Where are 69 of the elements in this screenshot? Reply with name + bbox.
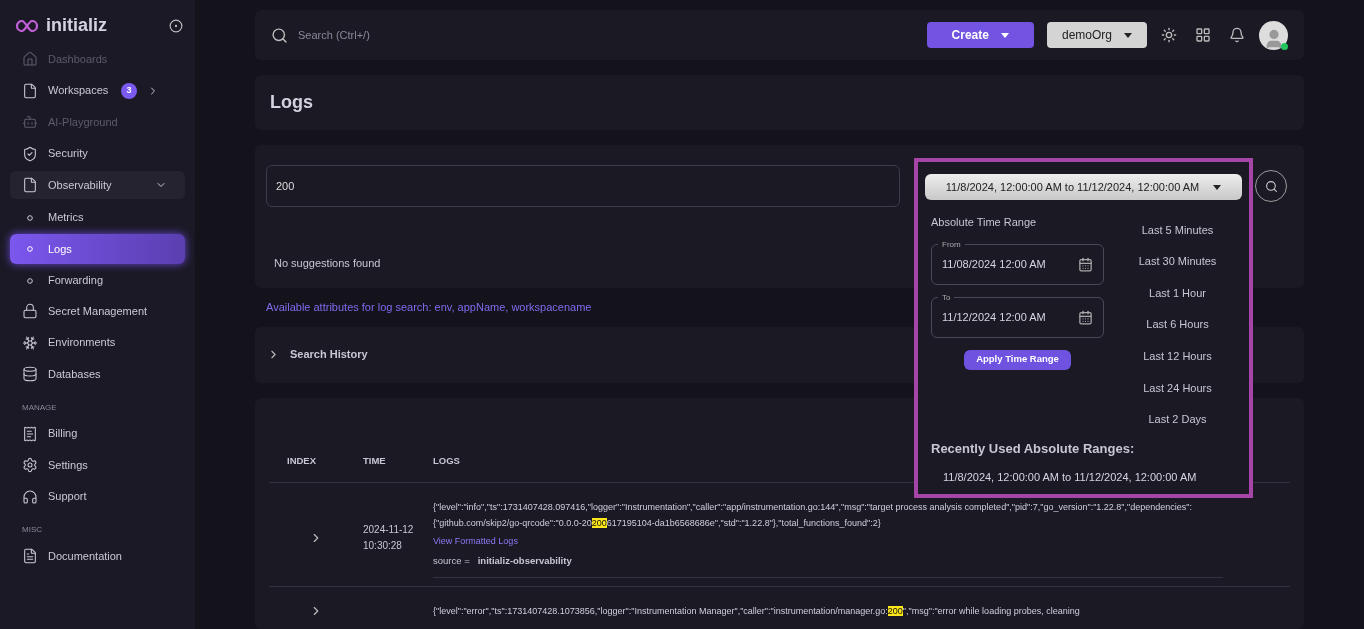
apply-button[interactable]: Apply Time Range (964, 349, 1071, 370)
headphones-icon (22, 488, 38, 505)
database-icon (22, 366, 38, 382)
sun-icon[interactable] (1161, 27, 1177, 43)
file-icon (22, 82, 38, 99)
sidebar-item[interactable]: Secret Management (10, 297, 185, 325)
count-badge: 3 (121, 82, 137, 99)
sidebar-item[interactable]: Environments (10, 328, 185, 357)
attributes-hint: Available attributes for log search: env, appName, workspacename (266, 300, 592, 315)
quick-range-option[interactable]: Last 12 Hours (1143, 340, 1212, 372)
sidebar-item[interactable]: Settings (10, 451, 185, 479)
calendar-icon (1078, 256, 1093, 272)
query-field[interactable]: 200 (266, 165, 900, 207)
caret-icon (1213, 184, 1222, 190)
sidebar-item[interactable]: Observability (10, 171, 185, 199)
sidebar-item[interactable]: Billing (10, 419, 185, 448)
calendar-icon (1078, 309, 1093, 325)
sidebar-subitem[interactable]: Metrics (10, 202, 185, 233)
column-header: TIME (363, 453, 387, 468)
time-range-dropdown[interactable]: 11/8/2024, 12:00:00 AM to 11/12/2024, 12:00:00 AM (925, 174, 1242, 200)
sidebar-item[interactable]: Workspaces 3 (10, 76, 185, 105)
create-button[interactable]: Create (926, 22, 1034, 48)
home-icon (22, 51, 38, 67)
caret-icon (1124, 32, 1132, 38)
page-title: Logs (270, 91, 313, 114)
search-field[interactable]: Search (Ctrl+/) (298, 26, 917, 44)
sidebar-item[interactable]: Databases (10, 360, 185, 388)
table-cell-text: 2024-11-12 10:30:28 (363, 523, 415, 554)
sidebar-subitem[interactable]: Forwarding (10, 265, 185, 296)
quick-range-option[interactable]: Last 30 Minutes (1138, 245, 1217, 278)
settings-icon (22, 457, 38, 473)
recent-range-option[interactable]: 11/8/2024, 12:00:00 AM to 11/12/2024, 12:00:00 AM (943, 468, 1197, 486)
search-icon (271, 26, 288, 44)
receipt-icon (22, 425, 38, 442)
source-value: initializ-observability (477, 554, 572, 569)
circle-icon (27, 214, 33, 221)
robot-icon (22, 114, 38, 130)
source-label: source = (433, 554, 470, 569)
circle-icon (27, 277, 33, 284)
circle-icon (27, 246, 33, 252)
view-logs-link[interactable]: View Formatted Logs (433, 534, 1223, 549)
sidebar-item[interactable]: Security (10, 139, 185, 168)
lock-icon (22, 303, 38, 319)
quick-range-option[interactable]: Last 1 Hour (1149, 277, 1206, 309)
column-header: LOGS (433, 453, 460, 468)
toggle-icon (169, 18, 183, 33)
sidebar-item[interactable]: Documentation (10, 542, 185, 570)
sidebar-subitem[interactable]: Logs (10, 234, 185, 264)
section-label: MANAGE (21, 401, 57, 414)
bell-icon[interactable] (1229, 27, 1245, 43)
quick-range-option[interactable]: Last 2 Days (1148, 403, 1207, 436)
search-icon (1264, 179, 1278, 193)
sidebar-item[interactable]: Support (10, 482, 185, 511)
section-label: MISC (21, 524, 42, 536)
snowflake-icon (22, 334, 38, 351)
brand-name: initializ (46, 14, 107, 37)
quick-range-option[interactable]: Last 5 Minutes (1141, 214, 1214, 246)
caret-icon (1000, 32, 1009, 38)
suggestions-text: No suggestions found (274, 256, 381, 271)
section-title: Absolute Time Range (931, 215, 1038, 230)
file-icon (22, 177, 38, 193)
org-dropdown[interactable]: demoOrg (1046, 22, 1147, 48)
column-header: INDEX (286, 453, 318, 468)
apps-icon[interactable] (1195, 27, 1211, 43)
shield-icon (22, 145, 38, 162)
avatar[interactable] (1259, 20, 1288, 50)
section-title: Recently Used Absolute Ranges: (930, 440, 1136, 459)
logo-icon (16, 19, 38, 32)
document-icon (22, 548, 38, 564)
